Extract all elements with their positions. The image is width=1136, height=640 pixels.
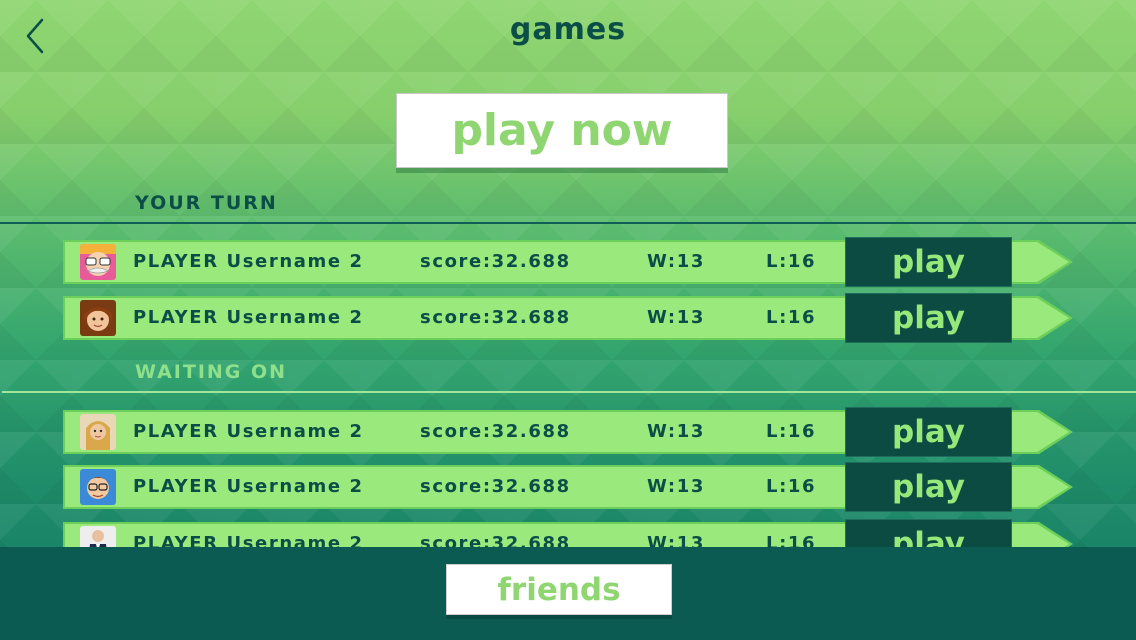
player-name: PLAYER Username 2 xyxy=(133,421,364,442)
friends-button[interactable]: friends xyxy=(446,564,672,615)
player-losses: L:16 xyxy=(766,476,817,497)
section-your-turn: YOUR TURN xyxy=(135,192,278,214)
player-score: score:32.688 xyxy=(420,476,571,497)
play-button[interactable]: play xyxy=(845,462,1012,512)
game-row: PLAYER Username 2 score:32.688 W:13 L:16… xyxy=(63,407,1073,457)
play-button[interactable]: play xyxy=(845,237,1012,287)
divider xyxy=(0,222,1136,224)
avatar-girl-icon xyxy=(80,300,116,336)
player-name: PLAYER Username 2 xyxy=(133,476,364,497)
page-title: games xyxy=(509,12,627,47)
player-wins: W:13 xyxy=(647,421,705,442)
game-row: PLAYER Username 2 score:32.688 W:13 L:16… xyxy=(63,462,1073,512)
play-button[interactable]: play xyxy=(845,293,1012,343)
player-wins: W:13 xyxy=(647,251,705,272)
player-score: score:32.688 xyxy=(420,251,571,272)
player-wins: W:13 xyxy=(647,476,705,497)
player-wins: W:13 xyxy=(647,307,705,328)
player-losses: L:16 xyxy=(766,421,817,442)
player-losses: L:16 xyxy=(766,251,817,272)
player-score: score:32.688 xyxy=(420,307,571,328)
section-waiting-on: WAITING ON xyxy=(135,361,288,383)
game-row: PLAYER Username 2 score:32.688 W:13 L:16… xyxy=(63,293,1073,343)
player-name: PLAYER Username 2 xyxy=(133,251,364,272)
play-now-button[interactable]: play now xyxy=(396,93,728,168)
avatar-cartoon-man-icon xyxy=(80,469,116,505)
avatar-mustache-icon xyxy=(80,244,116,280)
player-score: score:32.688 xyxy=(420,421,571,442)
game-row: PLAYER Username 2 score:32.688 W:13 L:16… xyxy=(63,237,1073,287)
player-losses: L:16 xyxy=(766,307,817,328)
divider xyxy=(2,391,1136,393)
player-name: PLAYER Username 2 xyxy=(133,307,364,328)
play-button[interactable]: play xyxy=(845,407,1012,457)
avatar-blonde-icon xyxy=(80,414,116,450)
